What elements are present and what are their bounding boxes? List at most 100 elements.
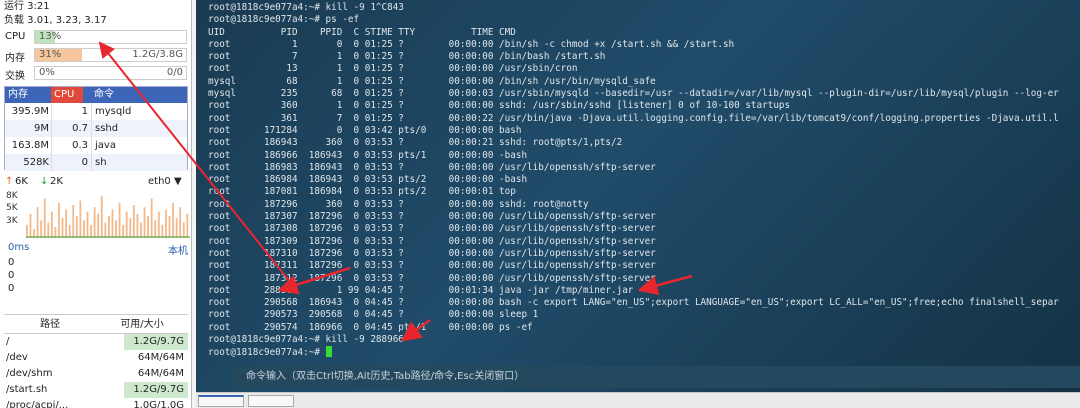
column-header-command[interactable]: 命令 (91, 87, 114, 103)
command-input-placeholder[interactable]: 命令输入（双击Ctrl切换,Alt历史,Tab路径/命令,Esc关闭窗口） (246, 366, 524, 388)
ping-value: 0 (8, 270, 15, 281)
network-traffic-bar (143, 207, 146, 238)
column-header-path[interactable]: 路径 (4, 315, 96, 333)
terminal-line: UID PID PPID C STIME TTY TIME CMD (208, 26, 516, 38)
process-row[interactable]: 528K 0 sh (5, 154, 187, 171)
network-traffic-bar (54, 227, 57, 238)
disk-row[interactable]: /start.sh 1.2G/9.7G (4, 382, 188, 398)
network-traffic-bar (175, 218, 178, 238)
network-traffic-bar (154, 220, 157, 238)
terminal-line: root 187308 187296 0 03:53 ? 00:00:00 /u… (208, 223, 656, 235)
network-traffic-bar (83, 220, 85, 238)
disk-row[interactable]: / 1.2G/9.7G (4, 334, 188, 350)
process-command: sshd (91, 120, 187, 137)
network-traffic-bar (29, 213, 32, 238)
cpu-percent: 13% (39, 31, 62, 42)
disk-size: 1.0G/1.0G (133, 400, 184, 408)
system-monitor-sidebar: 运行 3:21 负载 3.01, 3.23, 3.17 CPU 13% 内存 3… (0, 0, 192, 408)
disk-path: /start.sh (6, 384, 48, 395)
process-cpu: 0 (51, 154, 91, 171)
memory-meter: 内存 31% 1.2G/3.8G (0, 46, 191, 64)
terminal-line: root 186966 186943 0 03:53 pts/1 00:00:0… (208, 149, 528, 161)
network-traffic-bar (43, 198, 46, 238)
disk-row[interactable]: /proc/acpi/... 1.0G/1.0G (4, 398, 188, 408)
process-cpu: 0.7 (51, 120, 91, 137)
upload-speed: 6K (15, 176, 28, 187)
terminal-line: root 187309 187296 0 03:53 ? 00:00:00 /u… (208, 235, 656, 247)
process-cpu: 0.3 (51, 137, 91, 154)
terminal-cursor (325, 346, 332, 358)
network-traffic-bar (168, 216, 171, 238)
terminal-line: root 360 1 0 01:25 ? 00:00:00 sshd: /usr… (208, 100, 791, 112)
terminal-line: root@1818c9e077a4:~# kill -9 288966 (208, 334, 404, 346)
disk-row[interactable]: /dev 64M/64M (4, 350, 188, 366)
terminal-line: root 187296 360 0 03:53 ? 00:00:00 sshd:… (208, 198, 589, 210)
column-header-memory[interactable]: 内存 (5, 87, 51, 103)
column-header-cpu[interactable]: CPU (51, 87, 83, 103)
disk-row[interactable]: /dev/shm 64M/64M (4, 366, 188, 382)
bottom-tab-active[interactable] (198, 395, 244, 407)
terminal-line: root 290573 290568 0 04:45 ? 00:00:00 sl… (208, 309, 539, 321)
bottom-tab[interactable] (248, 395, 294, 407)
command-input-bar[interactable]: 命令输入（双击Ctrl切换,Alt历史,Tab路径/命令,Esc关闭窗口） (232, 366, 1080, 388)
swap-bar: 0% 0/0 (34, 66, 187, 80)
network-traffic-bar (172, 202, 174, 238)
process-command: sh (91, 154, 187, 171)
process-table: 内存 CPU 命令 395.9M 1 mysqld 9M 0.7 sshd 16… (4, 86, 188, 171)
bottom-tab-strip (196, 392, 1080, 408)
process-command: java (91, 137, 187, 154)
disk-size: 1.2G/9.7G (124, 382, 188, 398)
swap-meter: 交换 0% 0/0 (0, 64, 191, 82)
network-traffic-bar (97, 213, 100, 238)
network-traffic-bar (40, 220, 43, 238)
terminal-line: root 361 7 0 01:25 ? 00:00:22 /usr/bin/j… (208, 112, 1059, 124)
terminal-panel[interactable]: root@1818c9e077a4:~# kill -9 1^C843 root@… (196, 0, 1080, 392)
terminal-line: root 1 0 0 01:25 ? 00:00:00 /bin/sh -c c… (208, 38, 735, 50)
network-traffic-bar (147, 216, 149, 238)
process-row[interactable]: 163.8M 0.3 java (5, 137, 187, 154)
column-header-available-size[interactable]: 可用/大小 (96, 315, 188, 333)
terminal-line: root 186984 186943 0 03:53 pts/2 00:00:0… (208, 174, 528, 186)
swap-amount: 0/0 (166, 67, 183, 78)
terminal-line: root 290574 186966 0 04:45 pts/1 00:00:0… (208, 321, 533, 333)
terminal-line: root 187311 187296 0 03:53 ? 00:00:00 /u… (208, 260, 656, 272)
terminal-prompt: root@1818c9e077a4:~# (208, 347, 326, 359)
upload-arrow-icon: ↑ (5, 176, 14, 187)
process-row[interactable]: 9M 0.7 sshd (5, 120, 187, 137)
network-traffic-bar (47, 222, 50, 238)
network-traffic-bar (100, 196, 103, 238)
disk-table-header: 路径 可用/大小 (4, 314, 188, 334)
process-row[interactable]: 395.9M 1 mysqld (5, 103, 187, 120)
terminal-prompt-line[interactable]: root@1818c9e077a4:~# (208, 346, 1080, 358)
disk-size: 1.2G/9.7G (124, 334, 188, 350)
cpu-meter: CPU 13% (0, 28, 191, 46)
network-interface-label: eth0 (148, 176, 171, 187)
network-interface-select[interactable]: eth0 ▼ (148, 176, 182, 187)
swap-label: 交换 (5, 71, 25, 82)
network-traffic-bar (79, 200, 82, 238)
network-traffic-bar (93, 207, 96, 238)
process-memory: 528K (23, 157, 49, 168)
load-average-label: 负载 3.01, 3.23, 3.17 (4, 15, 107, 26)
terminal-line: root 186943 360 0 03:53 ? 00:00:21 sshd:… (208, 137, 623, 149)
ping-latency-label: 0ms (8, 242, 30, 253)
terminal-output[interactable]: root@1818c9e077a4:~# kill -9 1^C843 root@… (208, 2, 1080, 359)
terminal-line: mysql 235 68 0 01:25 ? 00:00:03 /usr/sbi… (208, 88, 1059, 100)
memory-amount: 1.2G/3.8G (132, 49, 183, 60)
terminal-line: root 7 1 0 01:25 ? 00:00:00 /bin/bash /s… (208, 51, 606, 63)
download-arrow-icon: ↓ (40, 176, 49, 187)
network-traffic-bar (61, 218, 64, 238)
disk-path: /dev/shm (6, 368, 53, 379)
terminal-line: root 290568 186943 0 04:45 ? 00:00:00 ba… (208, 297, 1059, 309)
network-traffic-bar (75, 216, 78, 238)
network-traffic-bar (157, 211, 160, 238)
network-traffic-bar (132, 205, 135, 238)
network-traffic-bar (104, 222, 107, 238)
network-traffic-bar (165, 209, 167, 238)
ping-target-label[interactable]: 本机 (168, 242, 188, 257)
ping-values: 0 0 0 (0, 256, 191, 295)
ping-value: 0 (8, 283, 15, 294)
disk-size: 64M/64M (137, 352, 184, 363)
terminal-line: root 187081 186984 0 03:53 pts/2 00:00:0… (208, 186, 516, 198)
network-scale-label: 8K (6, 191, 19, 201)
